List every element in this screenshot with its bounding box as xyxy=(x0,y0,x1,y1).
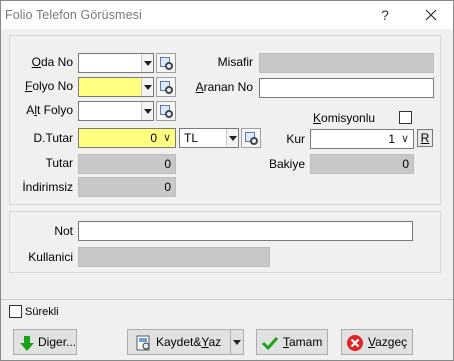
oda-no-label: Oda No xyxy=(31,55,73,69)
kur-label: Kur xyxy=(286,132,305,146)
aranan-no-input[interactable] xyxy=(259,78,434,98)
magnifier-icon xyxy=(165,62,173,70)
magnifier-icon xyxy=(165,110,173,118)
kur-r-button[interactable]: R xyxy=(417,129,433,147)
surekli-label: Sürekli xyxy=(25,306,59,318)
folyo-no-lookup-button[interactable] xyxy=(156,77,176,97)
alt-folyo-label: Alt Folyo xyxy=(26,103,73,117)
indirimsiz-field: 0 xyxy=(78,177,176,197)
komisyonlu-checkbox[interactable] xyxy=(399,111,412,124)
magnifier-icon xyxy=(165,86,173,94)
currency-combo[interactable]: TL xyxy=(179,128,239,148)
tutar-label: Tutar xyxy=(45,156,73,170)
not-label: Not xyxy=(54,224,73,238)
dialog-window: Folio Telefon Görüsmesi ? Oda No Folyo N… xyxy=(0,0,454,361)
save-print-icon xyxy=(136,335,150,351)
vazgec-button[interactable]: Vazgeç xyxy=(341,329,413,355)
kullanici-label: Kullanici xyxy=(28,250,73,264)
oda-no-lookup-button[interactable] xyxy=(156,53,176,73)
tamam-button[interactable]: Tamam xyxy=(256,329,328,355)
folyo-no-label: Folyo No xyxy=(24,79,73,93)
komisyonlu-label: Komisyonlu xyxy=(313,111,376,125)
oda-no-combo[interactable] xyxy=(78,53,154,73)
d-tutar-label: D.Tutar xyxy=(33,131,73,145)
kaydet-yaz-button[interactable]: Kaydet&Yaz xyxy=(127,329,231,355)
folyo-no-combo[interactable] xyxy=(78,77,154,97)
misafir-label: Misafir xyxy=(217,55,253,69)
close-button[interactable] xyxy=(421,5,441,25)
dropdown-arrow-icon xyxy=(231,333,243,351)
alt-folyo-combo[interactable] xyxy=(78,101,154,121)
not-input[interactable] xyxy=(78,221,413,241)
dropdown-arrow-icon[interactable] xyxy=(226,129,238,147)
dropdown-arrow-icon[interactable] xyxy=(141,54,153,72)
surekli-checkbox[interactable] xyxy=(9,305,22,318)
dropdown-arrow-icon[interactable] xyxy=(141,78,153,96)
footer-separator xyxy=(1,299,453,300)
window-title: Folio Telefon Görüsmesi xyxy=(5,8,142,22)
indirimsiz-label: İndirimsiz xyxy=(22,180,73,194)
aranan-no-label: Aranan No xyxy=(195,80,253,94)
kur-input[interactable]: 1 ∨ xyxy=(310,129,414,149)
dropdown-arrow-icon[interactable] xyxy=(141,102,153,120)
alt-folyo-lookup-button[interactable] xyxy=(156,101,176,121)
chevron-down-icon[interactable]: ∨ xyxy=(163,132,171,144)
misafir-field xyxy=(259,53,434,73)
chevron-down-icon[interactable]: ∨ xyxy=(401,133,409,145)
bakiye-label: Bakiye xyxy=(268,157,305,171)
d-tutar-input[interactable]: 0 ∨ xyxy=(78,128,176,148)
title-bar: Folio Telefon Görüsmesi ? xyxy=(1,1,453,29)
oda-no-label-rest: da No xyxy=(40,55,73,69)
checkmark-icon xyxy=(261,336,279,350)
diger-button[interactable]: Diger... xyxy=(13,329,77,355)
tutar-field: 0 xyxy=(78,154,176,174)
kaydet-yaz-dropdown[interactable] xyxy=(230,329,244,355)
kullanici-field xyxy=(78,247,270,267)
help-button[interactable]: ? xyxy=(377,6,393,24)
close-icon xyxy=(425,9,437,21)
arrow-down-icon xyxy=(20,336,34,351)
cancel-icon xyxy=(347,335,363,351)
bakiye-field: 0 xyxy=(310,154,414,174)
